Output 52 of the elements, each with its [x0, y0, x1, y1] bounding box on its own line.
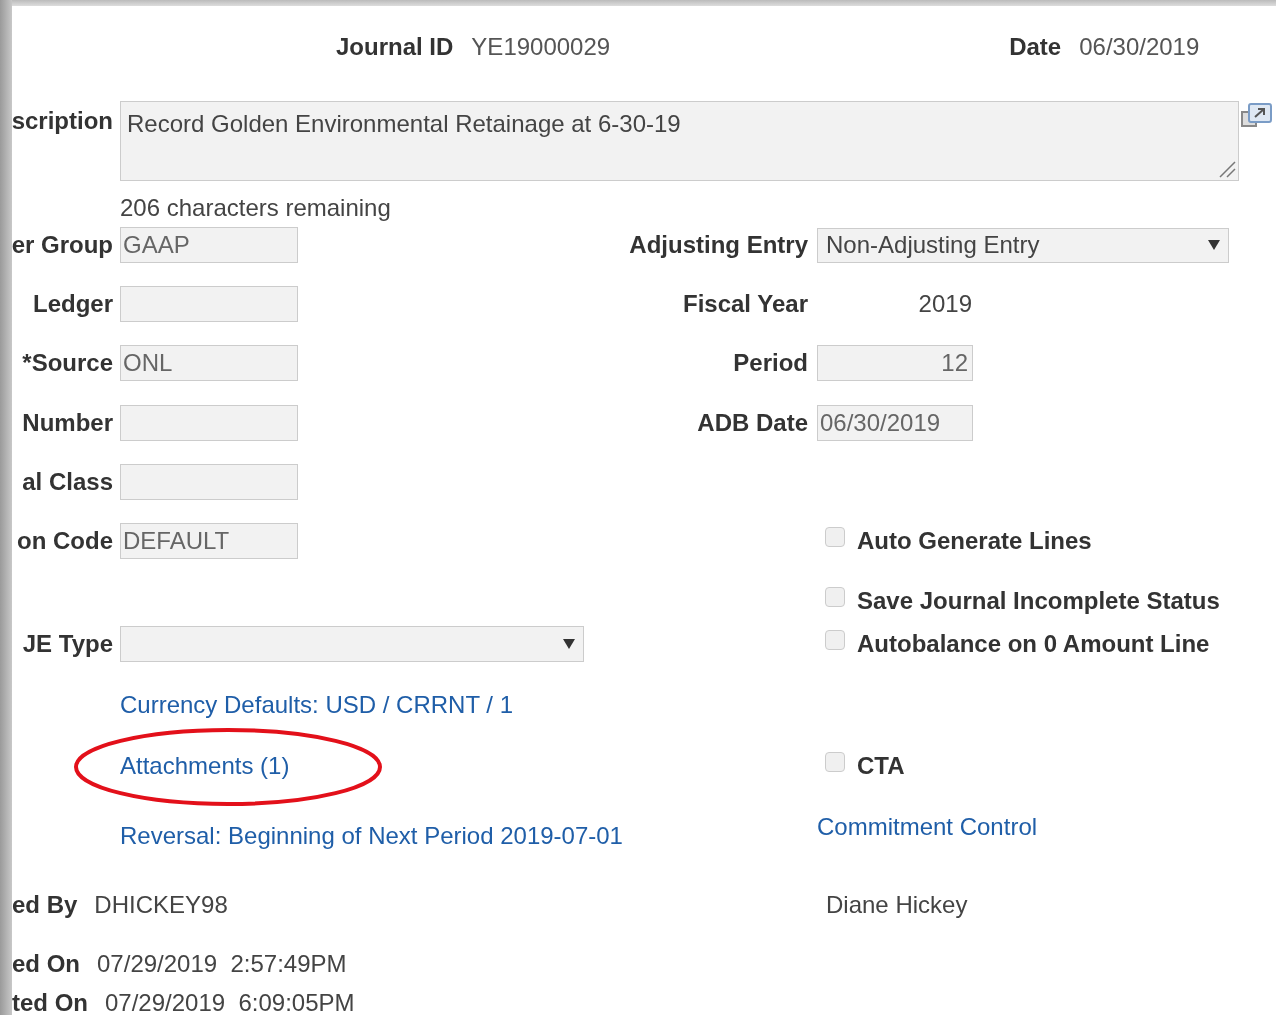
input-field[interactable] — [120, 464, 298, 500]
checkbox[interactable] — [825, 630, 845, 650]
input-field[interactable]: DEFAULT — [120, 523, 298, 559]
checkbox-label: Save Journal Incomplete Status — [857, 587, 1220, 615]
field-label: JE Type — [22, 630, 113, 658]
input-field[interactable]: 06/30/2019 — [817, 405, 973, 441]
input-field[interactable] — [120, 405, 298, 441]
dropdown-field[interactable] — [120, 626, 584, 662]
info-label: ted On — [12, 989, 88, 1015]
date-label: Date — [1009, 33, 1062, 61]
field-label: al Class — [22, 468, 113, 496]
checkbox-label: CTA — [857, 752, 905, 780]
info-value: 07/29/2019 2:57:49PM — [97, 950, 347, 978]
dropdown-arrow-icon — [1208, 240, 1220, 250]
journal-id-label: Journal ID — [336, 33, 454, 61]
field-label: Period — [733, 349, 808, 377]
field-label: *Source — [22, 349, 113, 377]
field-label: Number — [22, 409, 113, 437]
link[interactable]: Commitment Control — [817, 813, 1038, 841]
checkbox[interactable] — [825, 587, 845, 607]
field-label: Ledger — [33, 290, 113, 318]
journal-id-value: YE19000029 — [471, 33, 611, 61]
checkbox[interactable] — [825, 527, 845, 547]
dropdown-field[interactable]: Non-Adjusting Entry — [817, 227, 1229, 263]
link[interactable]: Attachments (1) — [120, 752, 290, 779]
link[interactable]: Reversal: Beginning of Next Period 2019-07-01 — [120, 822, 623, 849]
field-label: Fiscal Year — [683, 290, 808, 318]
input-field[interactable]: 12 — [817, 345, 973, 381]
date-value: 06/30/2019 — [1079, 33, 1200, 61]
characters-remaining-text: 206 characters remaining — [120, 194, 391, 222]
link[interactable]: Currency Defaults: USD / CRRNT / 1 — [120, 691, 513, 718]
info-label: ed By — [12, 891, 78, 919]
name-text: Diane Hickey — [826, 891, 968, 919]
description-label: scription — [11, 107, 113, 135]
input-field[interactable] — [120, 286, 298, 322]
field-label: Adjusting Entry — [629, 231, 808, 259]
expand-icon[interactable] — [1241, 102, 1273, 130]
resize-grip-icon[interactable] — [1218, 160, 1236, 178]
checkbox[interactable] — [825, 752, 845, 772]
field-value: 2019 — [917, 290, 972, 318]
field-label: on Code — [17, 527, 113, 555]
dropdown-arrow-icon — [563, 639, 575, 649]
info-value: DHICKEY98 — [94, 891, 228, 919]
info-label: ed On — [12, 950, 80, 978]
description-field[interactable]: Record Golden Environmental Retainage at 6-30-19 — [120, 101, 1239, 181]
field-label: ADB Date — [697, 409, 808, 437]
input-field[interactable]: ONL — [120, 345, 298, 381]
info-value: 07/29/2019 6:09:05PM — [105, 989, 355, 1015]
input-field[interactable]: GAAP — [120, 227, 298, 263]
field-label: er Group — [11, 231, 113, 259]
checkbox-label: Autobalance on 0 Amount Line — [857, 630, 1210, 658]
checkbox-label: Auto Generate Lines — [857, 527, 1092, 555]
